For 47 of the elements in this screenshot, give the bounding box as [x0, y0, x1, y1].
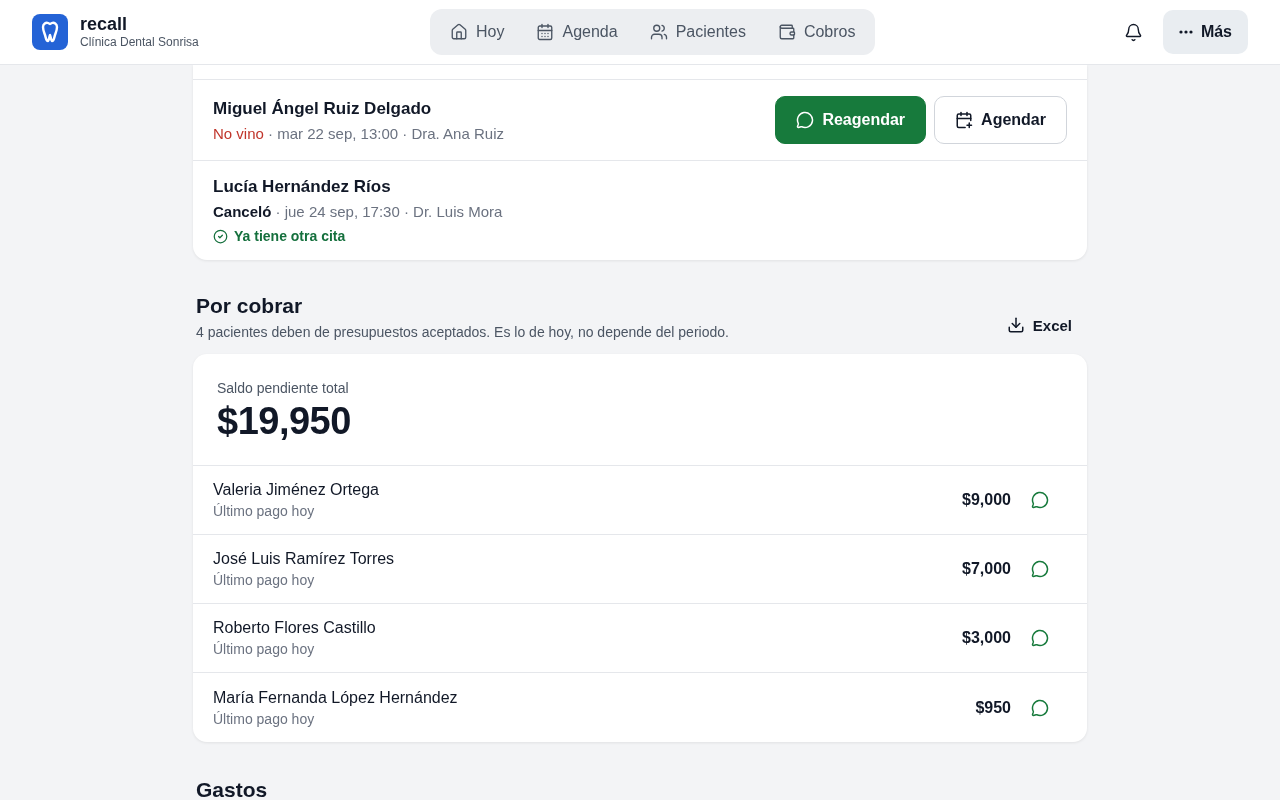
last-payment: Último pago hoy — [213, 641, 316, 657]
total-amount: $19,950 — [217, 400, 352, 443]
nav-tab[interactable]: Agenda — [522, 15, 632, 49]
patient-name: Valeria Jiménez Ortega — [213, 481, 380, 499]
calendar-plus-icon — [955, 111, 974, 129]
section-subtitle: 4 pacientes deben de presupuestos aceptados. Es lo de hoy, no depende del periodo. — [196, 324, 729, 340]
amount-due: $950 — [975, 698, 1011, 717]
section-title: Por cobrar — [196, 294, 304, 318]
ellipsis-icon — [1178, 30, 1193, 34]
patient-name: María Fernanda López Hernández — [213, 688, 459, 707]
appointment-info: Canceló · jue 24 sep, 17:30 · Dr. Luis Mora — [213, 203, 504, 220]
users-icon — [649, 23, 668, 41]
excel-export-button[interactable]: Excel — [994, 310, 1084, 340]
chat-icon — [796, 111, 815, 129]
clinic-name: Clínica Dental Sonrisa — [80, 34, 199, 50]
chat-icon — [1031, 491, 1049, 509]
chat-icon — [1031, 560, 1049, 578]
nav-tab[interactable]: Cobros — [763, 15, 870, 49]
reschedule-button[interactable]: Reagendar — [775, 96, 927, 144]
section-title: Gastos — [196, 778, 269, 800]
tooth-logo-icon — [32, 14, 68, 50]
schedule-button[interactable]: Agendar — [934, 96, 1067, 144]
wallet-icon — [777, 23, 796, 41]
calendar-icon — [536, 23, 555, 41]
amount-due: $9,000 — [962, 491, 1011, 509]
patient-name: José Luis Ramírez Torres — [213, 550, 396, 568]
chat-icon — [1031, 629, 1049, 647]
nav-tab[interactable]: Pacientes — [635, 15, 760, 49]
last-payment: Último pago hoy — [213, 503, 316, 519]
last-payment: Último pago hoy — [213, 710, 316, 727]
nav-tab[interactable]: Hoy — [436, 15, 519, 49]
download-icon — [1006, 316, 1025, 334]
brand-name: recall — [80, 14, 129, 34]
amount-due: $3,000 — [962, 629, 1011, 647]
bell-icon — [1123, 22, 1143, 42]
patient-name: Roberto Flores Castillo — [213, 619, 377, 637]
patient-name: Lucía Hernández Ríos — [213, 177, 392, 197]
patient-name: Miguel Ángel Ruiz Delgado — [213, 98, 433, 119]
house-icon — [450, 23, 468, 41]
appointment-info: No vino · mar 22 sep, 13:00 · Dra. Ana Ruiz — [213, 124, 505, 142]
more-button[interactable]: Más — [1162, 10, 1248, 54]
amount-due: $7,000 — [962, 560, 1011, 578]
last-payment: Último pago hoy — [213, 572, 316, 588]
chat-icon — [1031, 698, 1049, 717]
check-circle-icon — [213, 228, 228, 244]
status-note: Ya tiene otra cita — [213, 228, 1067, 244]
total-label: Saldo pendiente total — [217, 380, 350, 396]
